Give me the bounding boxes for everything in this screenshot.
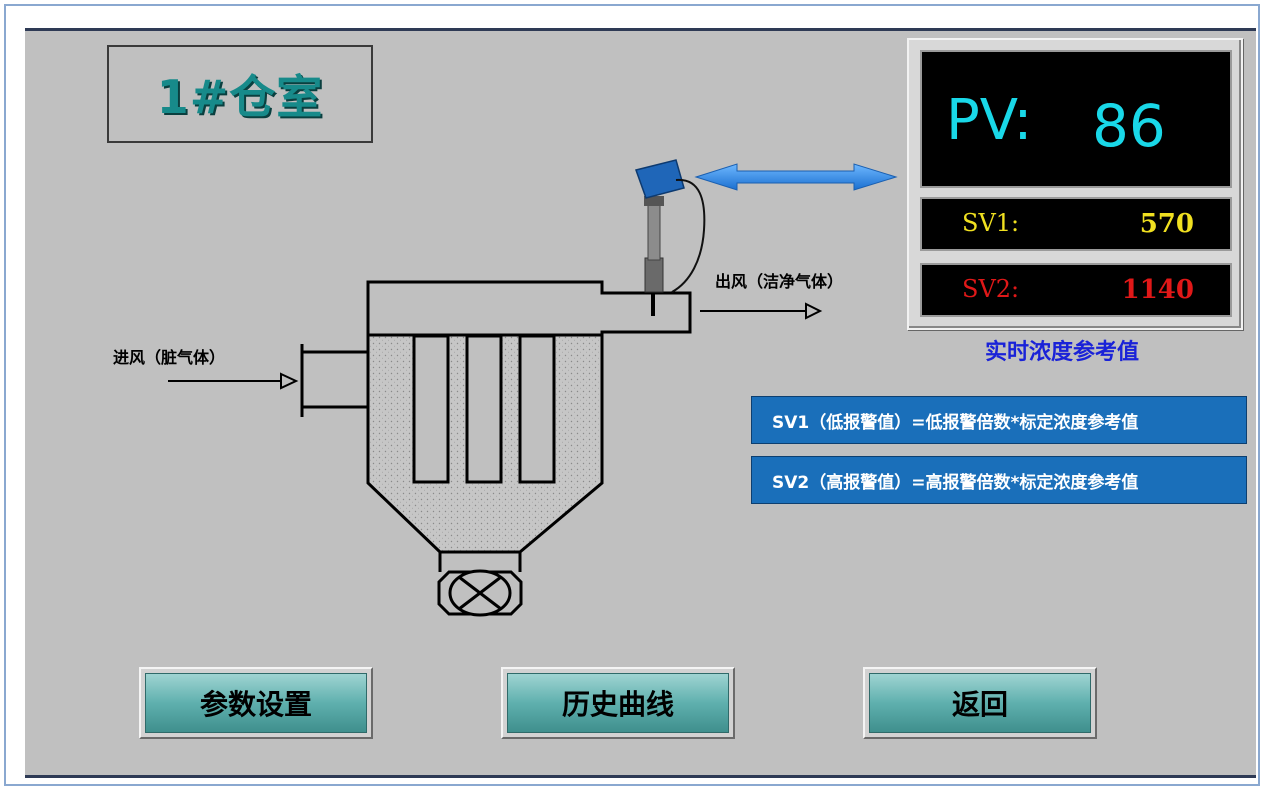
outlet-label: 出风（洁净气体）: [715, 272, 844, 291]
sv2-display: SV2: 1140: [920, 263, 1232, 317]
params-button[interactable]: 参数设置: [139, 667, 373, 739]
sv1-value: 570: [1139, 209, 1194, 239]
pv-display: PV: 86: [920, 50, 1232, 188]
sv1-formula: SV1（低报警值）=低报警倍数*标定浓度参考值: [751, 396, 1247, 444]
rotary-valve-icon: [437, 569, 523, 617]
back-button[interactable]: 返回: [863, 667, 1097, 739]
outlet-arrow-icon: [700, 302, 823, 320]
params-button-label[interactable]: 参数设置: [145, 673, 367, 733]
pv-value: 86: [1092, 92, 1166, 160]
pv-label: PV:: [946, 88, 1033, 153]
inlet-arrow-icon: [168, 372, 299, 390]
sv2-value: 1140: [1121, 275, 1194, 305]
history-button[interactable]: 历史曲线: [501, 667, 735, 739]
sv1-display: SV1: 570: [920, 197, 1232, 251]
back-button-label[interactable]: 返回: [869, 673, 1091, 733]
sv1-label: SV1:: [962, 209, 1020, 237]
filter-bags: [412, 334, 556, 484]
realtime-caption: 实时浓度参考值: [985, 340, 1140, 365]
inlet-label: 进风（脏气体）: [113, 348, 226, 367]
history-button-label[interactable]: 历史曲线: [507, 673, 729, 733]
sv2-formula: SV2（高报警值）=高报警倍数*标定浓度参考值: [751, 456, 1247, 504]
sv2-label: SV2:: [962, 275, 1020, 303]
link-double-arrow-icon: [694, 163, 898, 191]
